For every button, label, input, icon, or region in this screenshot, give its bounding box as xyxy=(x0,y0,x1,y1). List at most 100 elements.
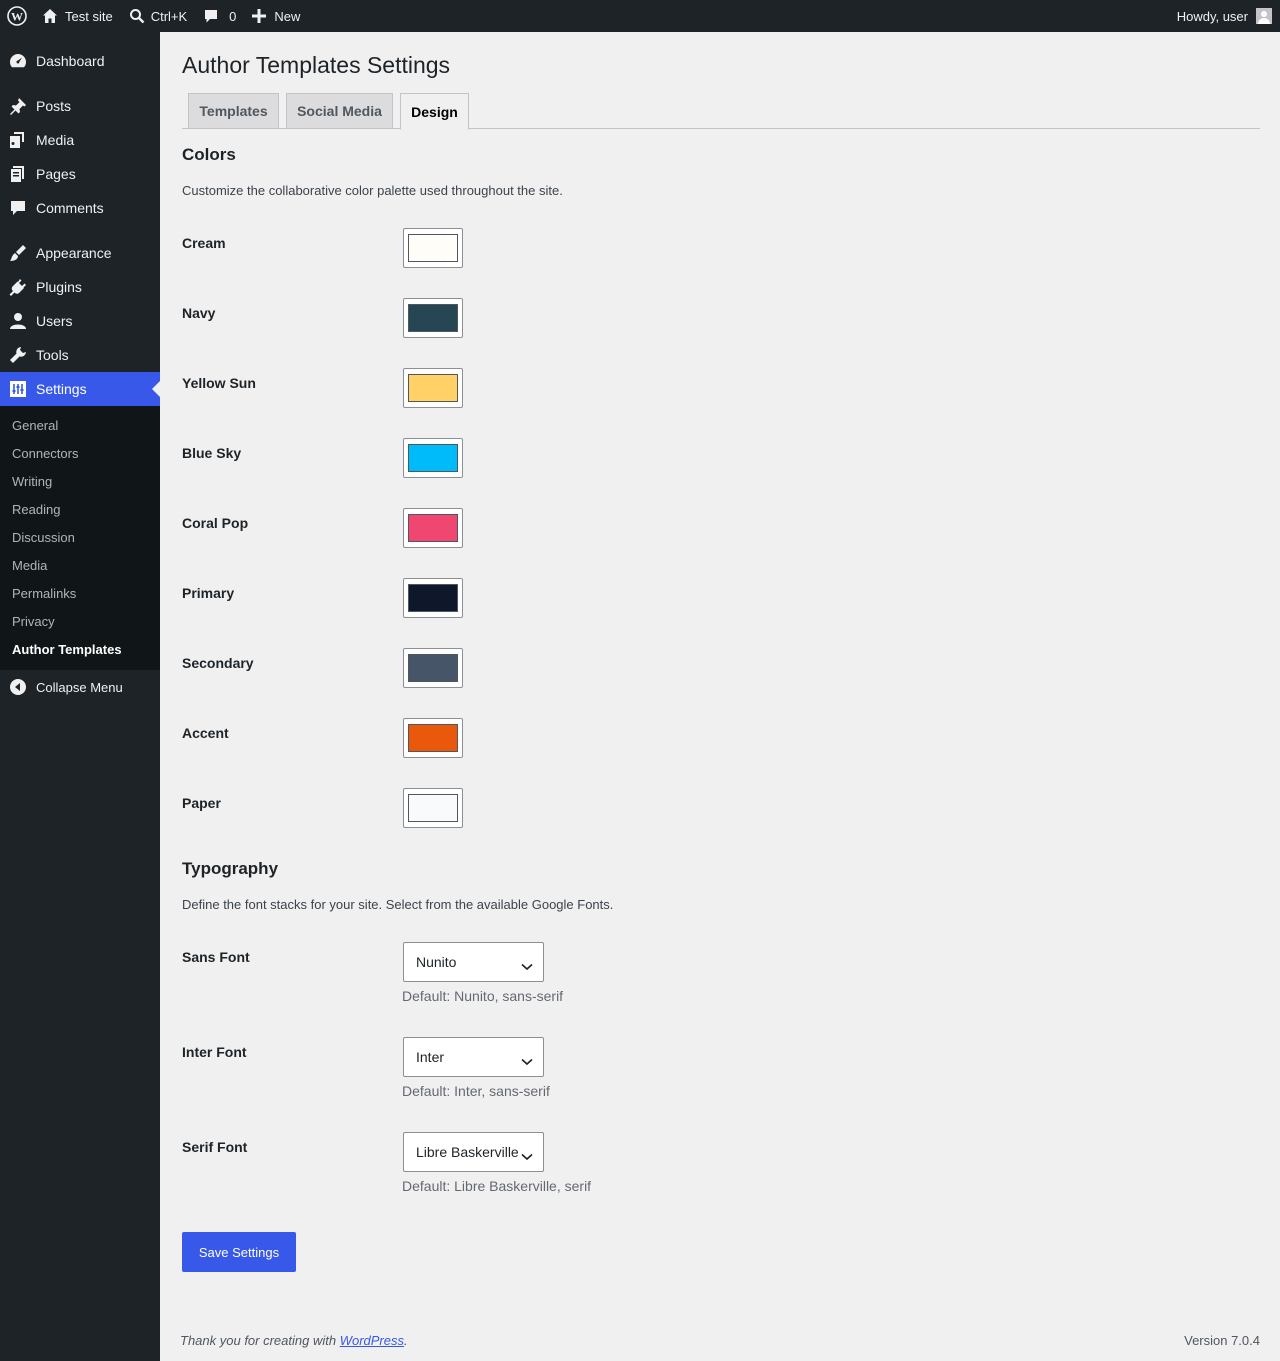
plus-icon xyxy=(252,9,267,23)
menu-item-posts[interactable]: Posts xyxy=(0,89,160,123)
command-search-link[interactable]: Ctrl+K xyxy=(121,0,195,32)
page-title: Author Templates Settings xyxy=(182,52,451,78)
serif-font-help: Default: Libre Baskerville, serif xyxy=(402,1178,592,1194)
collapse-menu-button[interactable]: Collapse Menu xyxy=(0,672,160,702)
main-content: Author Templates Settings Templates Soci… xyxy=(160,32,1280,1361)
menu-item-media[interactable]: Media xyxy=(0,123,160,157)
media-icon xyxy=(0,131,36,149)
color-label-paper: Paper xyxy=(182,795,221,811)
admin-bar: W Test site Ctrl+K 0 New Howdy, user xyxy=(0,0,1280,32)
serif-font-select[interactable]: Libre Baskerville xyxy=(403,1132,544,1172)
color-picker-secondary[interactable] xyxy=(403,648,463,688)
wordpress-link[interactable]: WordPress xyxy=(340,1333,404,1348)
menu-label-appearance: Appearance xyxy=(36,245,112,261)
tab-design[interactable]: Design xyxy=(400,93,469,130)
comment-bubble-icon xyxy=(203,8,219,24)
menu-label-settings: Settings xyxy=(36,381,87,397)
my-account-link[interactable]: Howdy, user xyxy=(1169,0,1280,32)
chevron-down-icon xyxy=(521,1148,533,1164)
chevron-down-icon xyxy=(521,1053,533,1069)
colors-description: Customize the collaborative color palett… xyxy=(182,183,563,198)
search-shortcut: Ctrl+K xyxy=(150,8,188,24)
avatar xyxy=(1256,8,1272,24)
color-swatch xyxy=(408,234,458,262)
submenu-author-templates[interactable]: Author Templates xyxy=(12,642,122,657)
new-label: New xyxy=(274,8,301,24)
inter-font-select[interactable]: Inter xyxy=(403,1037,544,1077)
search-icon xyxy=(129,8,145,24)
settings-submenu: General Connectors Writing Reading Discu… xyxy=(0,406,160,670)
inter-font-value: Inter xyxy=(416,1049,445,1065)
menu-item-settings[interactable]: Settings xyxy=(0,372,160,406)
dashboard-icon xyxy=(0,52,36,70)
color-picker-blue-sky[interactable] xyxy=(403,438,463,478)
menu-item-comments[interactable]: Comments xyxy=(0,191,160,225)
users-icon xyxy=(0,312,36,330)
menu-label-users: Users xyxy=(36,313,73,329)
color-label-secondary: Secondary xyxy=(182,655,254,671)
color-picker-navy[interactable] xyxy=(403,298,463,338)
site-name-link[interactable]: Test site xyxy=(34,0,121,32)
color-swatch xyxy=(408,374,458,402)
menu-item-dashboard[interactable]: Dashboard xyxy=(0,44,160,78)
menu-item-users[interactable]: Users xyxy=(0,304,160,338)
sans-font-select[interactable]: Nunito xyxy=(403,942,544,982)
greeting: Howdy, user xyxy=(1176,8,1248,24)
submenu-discussion[interactable]: Discussion xyxy=(12,530,75,545)
wordpress-logo-icon[interactable]: W xyxy=(0,0,34,32)
colors-heading: Colors xyxy=(182,145,236,164)
menu-item-tools[interactable]: Tools xyxy=(0,338,160,372)
submenu-writing[interactable]: Writing xyxy=(12,474,52,489)
color-picker-coral-pop[interactable] xyxy=(403,508,463,548)
collapse-arrow-icon xyxy=(0,679,36,695)
color-label-primary: Primary xyxy=(182,585,235,601)
footer-thanks: Thank you for creating with WordPress. xyxy=(180,1333,408,1348)
menu-label-media: Media xyxy=(36,132,75,148)
menu-label-dashboard: Dashboard xyxy=(36,53,105,69)
new-content-link[interactable]: New xyxy=(244,0,308,32)
menu-item-plugins[interactable]: Plugins xyxy=(0,270,160,304)
home-icon xyxy=(42,8,58,24)
color-label-navy: Navy xyxy=(182,305,216,321)
submenu-reading[interactable]: Reading xyxy=(12,502,60,517)
color-label-blue-sky: Blue Sky xyxy=(182,445,242,461)
submenu-permalinks[interactable]: Permalinks xyxy=(12,586,76,601)
color-picker-paper[interactable] xyxy=(403,788,463,828)
site-name: Test site xyxy=(65,8,113,24)
color-picker-primary[interactable] xyxy=(403,578,463,618)
color-label-accent: Accent xyxy=(182,725,229,741)
footer-thanks-suffix: . xyxy=(404,1333,408,1348)
color-swatch xyxy=(408,304,458,332)
submenu-connectors[interactable]: Connectors xyxy=(12,446,78,461)
color-picker-accent[interactable] xyxy=(403,718,463,758)
chevron-down-icon xyxy=(521,958,533,974)
save-settings-button[interactable]: Save Settings xyxy=(182,1232,296,1272)
color-swatch xyxy=(408,654,458,682)
comments-link[interactable]: 0 xyxy=(195,0,244,32)
menu-item-pages[interactable]: Pages xyxy=(0,157,160,191)
pin-icon xyxy=(0,97,36,115)
submenu-media[interactable]: Media xyxy=(12,558,47,573)
tab-social-media[interactable]: Social Media xyxy=(286,93,393,129)
comments-icon xyxy=(0,199,36,217)
pages-icon xyxy=(0,165,36,183)
menu-label-comments: Comments xyxy=(36,200,104,216)
typography-description: Define the font stacks for your site. Se… xyxy=(182,897,614,912)
color-picker-cream[interactable] xyxy=(403,228,463,268)
submenu-general[interactable]: General xyxy=(12,418,58,433)
typography-heading: Typography xyxy=(182,859,279,878)
menu-item-appearance[interactable]: Appearance xyxy=(0,236,160,270)
admin-sidebar: Dashboard Posts Media Pages Comments App… xyxy=(0,32,160,1361)
footer-version: Version 7.0.4 xyxy=(1184,1333,1260,1348)
plugin-icon xyxy=(0,278,36,296)
color-picker-yellow-sun[interactable] xyxy=(403,368,463,408)
submenu-privacy[interactable]: Privacy xyxy=(12,614,55,629)
color-label-yellow-sun: Yellow Sun xyxy=(182,375,256,391)
font-label-inter: Inter Font xyxy=(182,1044,247,1060)
wrench-icon xyxy=(0,346,36,364)
font-label-sans: Sans Font xyxy=(182,949,250,965)
font-label-serif: Serif Font xyxy=(182,1139,248,1155)
footer-thanks-prefix: Thank you for creating with xyxy=(180,1333,340,1348)
menu-label-tools: Tools xyxy=(36,347,69,363)
tab-templates[interactable]: Templates xyxy=(188,93,279,129)
